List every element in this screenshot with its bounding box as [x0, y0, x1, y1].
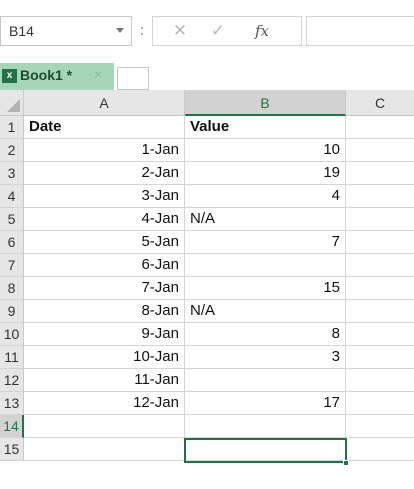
cell-c13[interactable]	[346, 392, 414, 415]
cell-c1[interactable]	[346, 116, 414, 139]
cell-a3[interactable]: 2-Jan	[24, 162, 185, 185]
enter-icon[interactable]: ✓	[201, 17, 235, 45]
workbook-title: Book1 *	[20, 67, 73, 83]
cell-c14[interactable]	[346, 415, 414, 438]
row-header-15[interactable]: 15	[0, 438, 24, 461]
row-header-11[interactable]: 11	[0, 346, 24, 369]
formula-bar-grip-icon[interactable]	[140, 21, 144, 41]
cell-a4[interactable]: 3-Jan	[24, 185, 185, 208]
cell-a1[interactable]: Date	[24, 116, 185, 139]
cell-a7[interactable]: 6-Jan	[24, 254, 185, 277]
cell-c2[interactable]	[346, 139, 414, 162]
fill-handle[interactable]	[343, 460, 349, 466]
cell-c15[interactable]	[346, 438, 414, 461]
cell-b14[interactable]	[185, 415, 346, 438]
formula-input[interactable]	[306, 16, 414, 46]
cell-b3[interactable]: 19	[185, 162, 346, 185]
name-box-value: B14	[9, 23, 34, 39]
column-header-c[interactable]: C	[346, 90, 414, 116]
row-header-7[interactable]: 7	[0, 254, 24, 277]
cell-b2[interactable]: 10	[185, 139, 346, 162]
cell-c6[interactable]	[346, 231, 414, 254]
row-header-12[interactable]: 12	[0, 369, 24, 392]
cell-c9[interactable]	[346, 300, 414, 323]
name-box[interactable]: B14	[0, 16, 132, 46]
insert-function-icon[interactable]: fx	[245, 17, 279, 45]
cell-a14[interactable]	[24, 415, 185, 438]
row-header-1[interactable]: 1	[0, 116, 24, 139]
cell-c3[interactable]	[346, 162, 414, 185]
cell-a11[interactable]: 10-Jan	[24, 346, 185, 369]
cell-a2[interactable]: 1-Jan	[24, 139, 185, 162]
row-header-8[interactable]: 8	[0, 277, 24, 300]
cell-c7[interactable]	[346, 254, 414, 277]
cell-c12[interactable]	[346, 369, 414, 392]
row-header-13[interactable]: 13	[0, 392, 24, 415]
cell-c4[interactable]	[346, 185, 414, 208]
row-header-6[interactable]: 6	[0, 231, 24, 254]
excel-icon: x	[2, 69, 17, 83]
workbook-tab-strip: x Book1 * ×	[0, 58, 414, 90]
select-all-corner[interactable]	[0, 90, 24, 116]
cell-b10[interactable]: 8	[185, 323, 346, 346]
cell-a13[interactable]: 12-Jan	[24, 392, 185, 415]
spreadsheet-grid: A B C 1 Date Value 2 1-Jan 10 3 2-Jan 19 4 3-Jan 4 5…	[0, 90, 414, 489]
row-header-4[interactable]: 4	[0, 185, 24, 208]
row-header-3[interactable]: 3	[0, 162, 24, 185]
cell-c11[interactable]	[346, 346, 414, 369]
active-cell-border	[184, 438, 347, 463]
cell-b12[interactable]	[185, 369, 346, 392]
row-header-9[interactable]: 9	[0, 300, 24, 323]
cell-c8[interactable]	[346, 277, 414, 300]
formula-bar: B14 ✕ ✓ fx	[0, 0, 414, 58]
workbook-tab[interactable]: x Book1 * ×	[0, 63, 114, 90]
row-header-5[interactable]: 5	[0, 208, 24, 231]
column-header-b[interactable]: B	[185, 90, 346, 116]
cell-a12[interactable]: 11-Jan	[24, 369, 185, 392]
cell-b4[interactable]: 4	[185, 185, 346, 208]
cancel-icon[interactable]: ✕	[163, 17, 197, 45]
cell-a6[interactable]: 5-Jan	[24, 231, 185, 254]
cell-b1[interactable]: Value	[185, 116, 346, 139]
cell-a15[interactable]	[24, 438, 185, 461]
new-workbook-tab[interactable]	[117, 67, 149, 90]
cell-b5[interactable]: N/A	[185, 208, 346, 231]
cell-c10[interactable]	[346, 323, 414, 346]
formula-bar-controls: ✕ ✓ fx	[152, 16, 302, 46]
chevron-down-icon[interactable]	[109, 17, 131, 45]
cell-b11[interactable]: 3	[185, 346, 346, 369]
cell-c5[interactable]	[346, 208, 414, 231]
column-header-a[interactable]: A	[24, 90, 185, 116]
cell-a5[interactable]: 4-Jan	[24, 208, 185, 231]
cell-a9[interactable]: 8-Jan	[24, 300, 185, 323]
cell-b8[interactable]: 15	[185, 277, 346, 300]
row-header-10[interactable]: 10	[0, 323, 24, 346]
cell-b6[interactable]: 7	[185, 231, 346, 254]
cell-a10[interactable]: 9-Jan	[24, 323, 185, 346]
cell-b13[interactable]: 17	[185, 392, 346, 415]
cell-b9[interactable]: N/A	[185, 300, 346, 323]
row-header-14[interactable]: 14	[0, 415, 24, 438]
cell-b7[interactable]	[185, 254, 346, 277]
row-header-2[interactable]: 2	[0, 139, 24, 162]
close-icon[interactable]: ×	[94, 66, 102, 82]
cell-a8[interactable]: 7-Jan	[24, 277, 185, 300]
